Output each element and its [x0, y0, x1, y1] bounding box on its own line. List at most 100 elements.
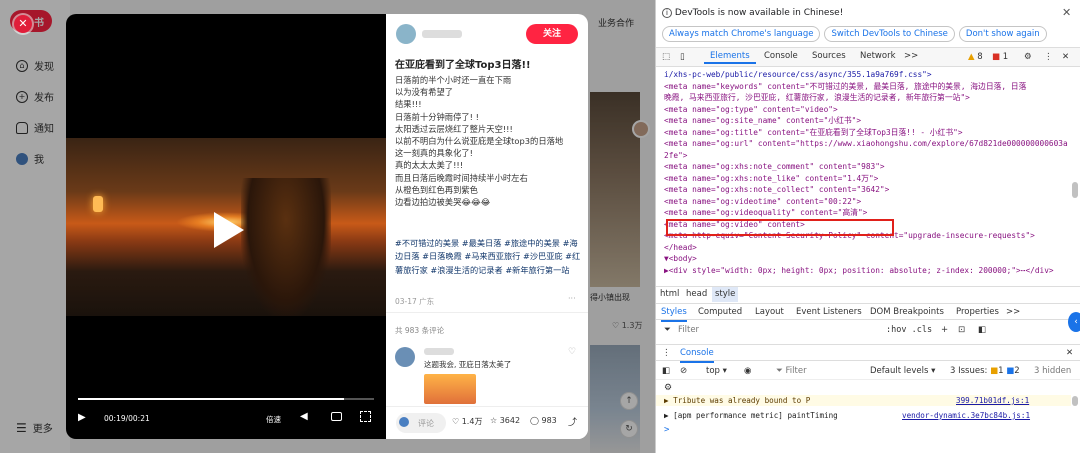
inspect-icon[interactable]: ⬚	[662, 48, 670, 66]
dom-node-line[interactable]: 2fe">	[664, 150, 1069, 162]
dom-node-line[interactable]: <meta name="og:url" content="https://www…	[664, 138, 1069, 150]
tab-styles[interactable]: Styles	[661, 304, 687, 322]
log2-text: ▶ [apm performance metric] paintTiming	[664, 411, 838, 420]
match-language-button[interactable]: Always match Chrome's language	[662, 26, 821, 42]
tab-elements[interactable]: Elements	[704, 48, 756, 64]
progress-track[interactable]	[78, 398, 374, 400]
paint-icon[interactable]: ⊡	[958, 321, 965, 339]
tab-event-listeners[interactable]: Event Listeners	[796, 304, 862, 320]
elements-scrollbar[interactable]	[1072, 182, 1078, 198]
dom-node-line[interactable]: <meta name="og:xhs:note_collect" content…	[664, 184, 1069, 196]
note-body-line: 而且日落后晚霞时间持续半小时左右	[395, 172, 528, 183]
warning-badge[interactable]: ▲ 8	[968, 48, 983, 66]
tab-layout[interactable]: Layout	[755, 304, 784, 320]
comment-text: 这题我会, 亚庇日落太美了	[424, 360, 512, 369]
dom-node-line[interactable]: <meta name="og:site_name" content="小红书">	[664, 115, 1069, 127]
progress-fill	[78, 398, 345, 400]
note-body-line: 日落前的半个小时还一直在下雨	[395, 75, 512, 85]
play-small-icon[interactable]: ▶	[78, 412, 86, 423]
dom-node-line[interactable]: <meta name="og:title" content="在亚庇看到了全球T…	[664, 127, 1069, 139]
crumb-style[interactable]: style	[712, 287, 739, 302]
close-icon[interactable]: ✕	[14, 15, 32, 33]
tab-more[interactable]: >>	[898, 48, 924, 64]
elements-tree[interactable]: i/xhs-pc-web/public/resource/css/async/3…	[664, 69, 1069, 284]
add-rule-icon[interactable]: +	[941, 321, 948, 339]
tab-properties[interactable]: Properties	[956, 304, 999, 320]
context-select[interactable]: top ▾	[706, 362, 727, 380]
console-scrollbar[interactable]	[1072, 396, 1078, 406]
switch-chinese-button[interactable]: Switch DevTools to Chinese	[824, 26, 955, 42]
dom-node-line[interactable]: <meta name="og:videoquality" content="高清…	[664, 207, 1069, 219]
dom-node-line[interactable]: <meta name="og:xhs:note_comment" content…	[664, 161, 1069, 173]
dom-node-line[interactable]: i/xhs-pc-web/public/resource/css/async/3…	[664, 69, 1069, 81]
note-panel: 关注 在亚庇看到了全球Top3日落!! 日落前的半个小时还一直在下雨 以为没有希望…	[386, 14, 588, 439]
tab-more-styles[interactable]: >>	[1006, 304, 1020, 320]
filter-icon: ⏷	[664, 325, 671, 335]
dom-node-line[interactable]: <meta name="og:xhs:note_like" content="1…	[664, 173, 1069, 185]
dom-node-line[interactable]: ▼<body>	[664, 253, 1069, 265]
eye-icon[interactable]: ◉	[744, 362, 751, 380]
collect-button[interactable]: ☆ 3642	[490, 416, 520, 425]
clear-icon[interactable]: ⊘	[680, 362, 687, 380]
sidebar-icon[interactable]: ◧	[662, 362, 670, 380]
note-tags[interactable]: #不可错过的美景 #最美日落 #旅途中的美景 #海边日落 #日落晚霞 #马来西亚…	[395, 237, 581, 277]
like-button[interactable]: ♡ 1.4万	[452, 416, 482, 427]
pip-icon[interactable]	[331, 412, 342, 421]
comment-like-icon[interactable]: ♡	[568, 347, 576, 357]
device-icon[interactable]: ▯	[680, 48, 685, 66]
log1-source-link[interactable]: 399.71b01df.js:1	[956, 395, 1029, 406]
gear-icon[interactable]: ⚙	[1024, 48, 1032, 66]
author-name-blurred[interactable]	[422, 30, 462, 38]
drawer-tab-console[interactable]: Console	[680, 345, 714, 363]
fullscreen-icon[interactable]	[360, 411, 371, 422]
dom-node-line[interactable]: </head>	[664, 242, 1069, 254]
kebab-icon[interactable]: ⋮	[1044, 48, 1053, 66]
styles-filter-input[interactable]: Filter	[678, 321, 699, 339]
share-icon[interactable]: ⤴	[568, 415, 577, 428]
dom-node-line[interactable]: <meta name="og:type" content="video">	[664, 104, 1069, 116]
info-icon: i	[662, 8, 672, 18]
error-badge[interactable]: ■ 1	[992, 48, 1008, 66]
video-player[interactable]: ▶ 00:19/00:21 倍速 ◀	[66, 14, 386, 439]
dom-node-line[interactable]: 晚霞, 马来西亚旅行, 沙巴亚庇, 红薯旅行家, 浪漫生活的记录者, 新年旅行第…	[664, 92, 1069, 104]
dom-node-line[interactable]: ▶<div style="width: 0px; height: 0px; po…	[664, 265, 1069, 277]
tab-computed[interactable]: Computed	[698, 304, 742, 320]
tab-network[interactable]: Network	[854, 48, 902, 64]
author-avatar[interactable]	[396, 24, 416, 44]
console-settings-icon[interactable]: ⚙	[664, 383, 672, 393]
log2-source-link[interactable]: vendor-dynamic.3e7bc84b.js:1	[902, 410, 1030, 422]
note-meta: 03-17 广东	[395, 297, 435, 306]
comment-button[interactable]: ◯ 983	[530, 416, 557, 425]
levels-select[interactable]: Default levels ▾	[870, 362, 935, 380]
drawer-close-icon[interactable]: ✕	[1066, 345, 1073, 361]
banner-buttons: Always match Chrome's language Switch Dev…	[662, 26, 1051, 42]
tab-sources[interactable]: Sources	[806, 48, 852, 64]
commenter-avatar[interactable]	[395, 347, 415, 367]
tab-dom-breakpoints[interactable]: DOM Breakpoints	[870, 304, 944, 320]
crumb-html[interactable]: html	[660, 287, 679, 302]
volume-icon[interactable]: ◀	[300, 411, 308, 422]
comment-image[interactable]	[424, 374, 476, 404]
follow-button[interactable]: 关注	[526, 24, 578, 44]
dom-node-line[interactable]: <meta name="og:videotime" content="00:22…	[664, 196, 1069, 208]
collapse-tab[interactable]: ‹	[1068, 312, 1080, 332]
drawer-menu-icon[interactable]: ⋮	[662, 345, 671, 361]
dom-node-line[interactable]: <meta name="keywords" content="不可错过的美景, …	[664, 81, 1069, 93]
play-icon[interactable]	[214, 212, 244, 248]
dont-show-button[interactable]: Don't show again	[958, 26, 1047, 42]
tab-console[interactable]: Console	[758, 48, 804, 64]
banner-close-icon[interactable]: ✕	[1062, 6, 1071, 19]
banner-text: DevTools is now available in Chinese!	[674, 8, 844, 18]
console-filter[interactable]: ⏷ Filter	[776, 362, 807, 380]
console-prompt[interactable]: >	[664, 425, 669, 435]
action-bar: 评论 ♡ 1.4万 ☆ 3642 ◯ 983 ⤴	[386, 406, 588, 439]
speed-button[interactable]: 倍速	[266, 414, 281, 425]
commenter-name-blurred[interactable]	[424, 348, 454, 355]
crumb-head[interactable]: head	[686, 287, 707, 302]
devtools-close-icon[interactable]: ✕	[1062, 48, 1069, 66]
sidebar-toggle-icon[interactable]: ◧	[978, 321, 986, 339]
more-icon[interactable]: ···	[568, 294, 576, 303]
hov-cls-toggle[interactable]: :hov .cls	[886, 321, 932, 339]
issues-link[interactable]: 3 Issues: ■1 ■2	[950, 362, 1020, 380]
app-page: 书 ⌂ 发现 + 发布 通知 我 ☰ 更多 业务合作 得小镇出现 ♡ 1.3万 ↑ ↻…	[0, 0, 655, 453]
